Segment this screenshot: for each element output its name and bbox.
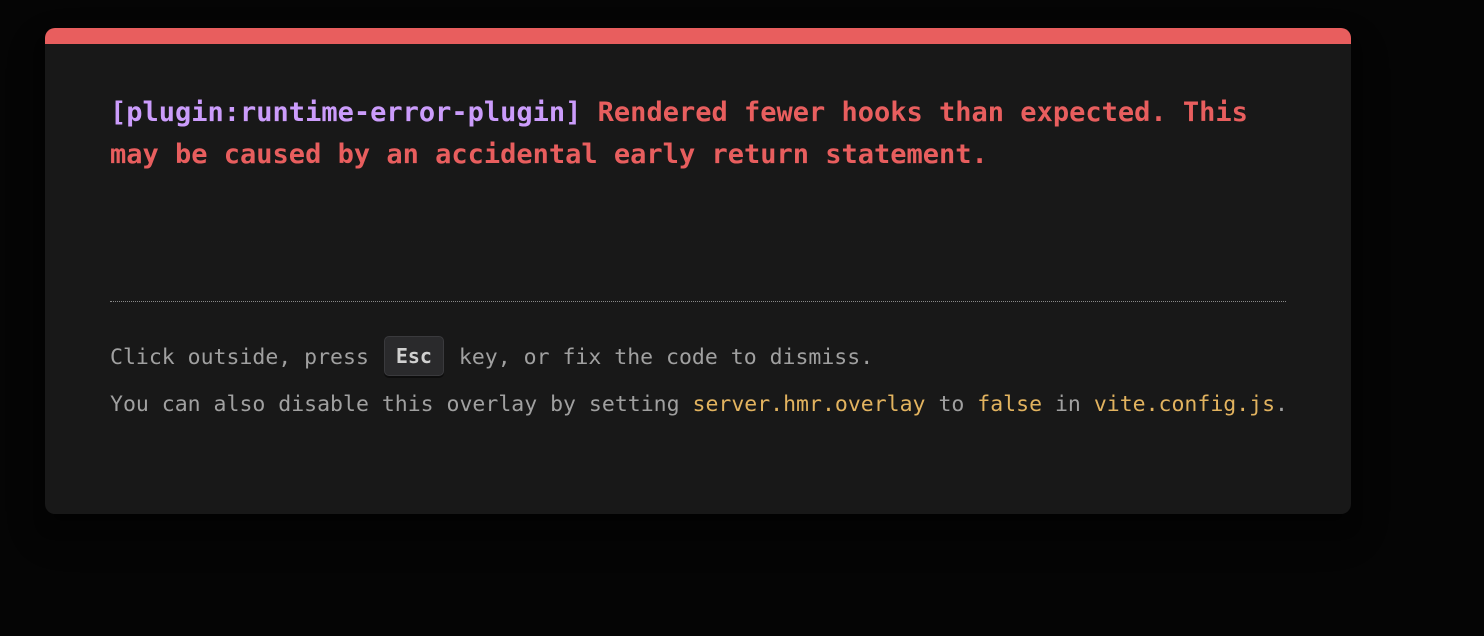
tip-text-prefix: Click outside, press (110, 345, 369, 370)
tip-disable-prefix: You can also disable this overlay by set… (110, 392, 680, 417)
esc-key[interactable]: Esc (383, 336, 444, 376)
tip-to-text: to (938, 392, 965, 417)
tip-period: . (1275, 392, 1288, 417)
dismiss-tip: Click outside, press Esc key, or fix the… (110, 334, 1290, 428)
config-file-name: vite.config.js (1093, 392, 1276, 417)
tip-line-disable: You can also disable this overlay by set… (110, 381, 1290, 428)
error-overlay-window: [plugin:runtime-error-plugin] Rendered f… (45, 28, 1351, 514)
error-message: [plugin:runtime-error-plugin] Rendered f… (110, 92, 1286, 175)
divider (110, 301, 1286, 302)
tip-in-text: in (1054, 392, 1081, 417)
plugin-name: [plugin:runtime-error-plugin] (110, 97, 582, 128)
setting-name: server.hmr.overlay (692, 392, 926, 417)
tip-text-suffix: key, or fix the code to dismiss. (458, 345, 874, 370)
setting-value: false (977, 392, 1043, 417)
tip-line-dismiss: Click outside, press Esc key, or fix the… (110, 334, 1290, 381)
